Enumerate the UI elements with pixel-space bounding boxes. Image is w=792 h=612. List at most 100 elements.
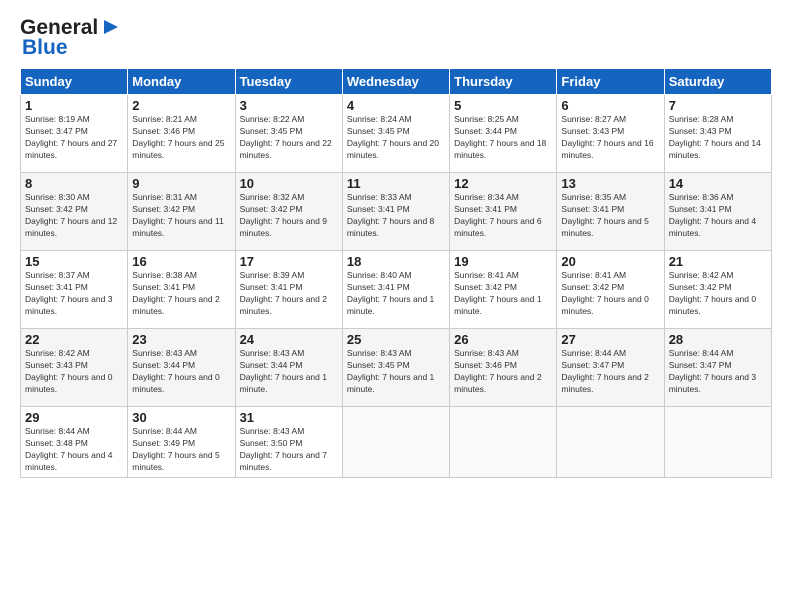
day-number: 9 bbox=[132, 176, 230, 191]
day-info: Sunrise: 8:30 AMSunset: 3:42 PMDaylight:… bbox=[25, 192, 123, 240]
day-info: Sunrise: 8:43 AMSunset: 3:45 PMDaylight:… bbox=[347, 348, 445, 396]
day-number: 7 bbox=[669, 98, 767, 113]
day-number: 23 bbox=[132, 332, 230, 347]
calendar-cell: 5Sunrise: 8:25 AMSunset: 3:44 PMDaylight… bbox=[450, 95, 557, 173]
day-info: Sunrise: 8:33 AMSunset: 3:41 PMDaylight:… bbox=[347, 192, 445, 240]
day-number: 4 bbox=[347, 98, 445, 113]
day-info: Sunrise: 8:42 AMSunset: 3:43 PMDaylight:… bbox=[25, 348, 123, 396]
day-info: Sunrise: 8:25 AMSunset: 3:44 PMDaylight:… bbox=[454, 114, 552, 162]
day-number: 12 bbox=[454, 176, 552, 191]
calendar-cell: 25Sunrise: 8:43 AMSunset: 3:45 PMDayligh… bbox=[342, 329, 449, 407]
calendar-cell: 7Sunrise: 8:28 AMSunset: 3:43 PMDaylight… bbox=[664, 95, 771, 173]
calendar-cell: 21Sunrise: 8:42 AMSunset: 3:42 PMDayligh… bbox=[664, 251, 771, 329]
day-number: 8 bbox=[25, 176, 123, 191]
day-number: 21 bbox=[669, 254, 767, 269]
day-number: 30 bbox=[132, 410, 230, 425]
day-number: 25 bbox=[347, 332, 445, 347]
day-number: 3 bbox=[240, 98, 338, 113]
calendar-cell: 11Sunrise: 8:33 AMSunset: 3:41 PMDayligh… bbox=[342, 173, 449, 251]
calendar-cell: 22Sunrise: 8:42 AMSunset: 3:43 PMDayligh… bbox=[21, 329, 128, 407]
day-number: 22 bbox=[25, 332, 123, 347]
day-info: Sunrise: 8:36 AMSunset: 3:41 PMDaylight:… bbox=[669, 192, 767, 240]
day-number: 16 bbox=[132, 254, 230, 269]
weekday-header-thursday: Thursday bbox=[450, 69, 557, 95]
calendar-cell: 16Sunrise: 8:38 AMSunset: 3:41 PMDayligh… bbox=[128, 251, 235, 329]
logo: General Blue bbox=[20, 16, 122, 60]
logo-arrow-icon bbox=[100, 16, 122, 38]
day-info: Sunrise: 8:43 AMSunset: 3:50 PMDaylight:… bbox=[240, 426, 338, 474]
day-info: Sunrise: 8:24 AMSunset: 3:45 PMDaylight:… bbox=[347, 114, 445, 162]
calendar-cell: 14Sunrise: 8:36 AMSunset: 3:41 PMDayligh… bbox=[664, 173, 771, 251]
calendar-cell: 2Sunrise: 8:21 AMSunset: 3:46 PMDaylight… bbox=[128, 95, 235, 173]
calendar-cell: 26Sunrise: 8:43 AMSunset: 3:46 PMDayligh… bbox=[450, 329, 557, 407]
calendar-cell: 23Sunrise: 8:43 AMSunset: 3:44 PMDayligh… bbox=[128, 329, 235, 407]
day-info: Sunrise: 8:39 AMSunset: 3:41 PMDaylight:… bbox=[240, 270, 338, 318]
header: General Blue bbox=[20, 16, 772, 60]
calendar-cell: 17Sunrise: 8:39 AMSunset: 3:41 PMDayligh… bbox=[235, 251, 342, 329]
calendar-week-2: 8Sunrise: 8:30 AMSunset: 3:42 PMDaylight… bbox=[21, 173, 772, 251]
weekday-header-saturday: Saturday bbox=[664, 69, 771, 95]
weekday-header-wednesday: Wednesday bbox=[342, 69, 449, 95]
day-info: Sunrise: 8:22 AMSunset: 3:45 PMDaylight:… bbox=[240, 114, 338, 162]
weekday-header-monday: Monday bbox=[128, 69, 235, 95]
calendar-cell: 15Sunrise: 8:37 AMSunset: 3:41 PMDayligh… bbox=[21, 251, 128, 329]
day-info: Sunrise: 8:41 AMSunset: 3:42 PMDaylight:… bbox=[454, 270, 552, 318]
calendar-cell: 31Sunrise: 8:43 AMSunset: 3:50 PMDayligh… bbox=[235, 407, 342, 478]
day-info: Sunrise: 8:43 AMSunset: 3:44 PMDaylight:… bbox=[240, 348, 338, 396]
calendar-week-4: 22Sunrise: 8:42 AMSunset: 3:43 PMDayligh… bbox=[21, 329, 772, 407]
day-number: 19 bbox=[454, 254, 552, 269]
day-info: Sunrise: 8:28 AMSunset: 3:43 PMDaylight:… bbox=[669, 114, 767, 162]
calendar-cell: 9Sunrise: 8:31 AMSunset: 3:42 PMDaylight… bbox=[128, 173, 235, 251]
day-number: 2 bbox=[132, 98, 230, 113]
day-number: 26 bbox=[454, 332, 552, 347]
day-number: 5 bbox=[454, 98, 552, 113]
calendar-cell: 19Sunrise: 8:41 AMSunset: 3:42 PMDayligh… bbox=[450, 251, 557, 329]
calendar-header: SundayMondayTuesdayWednesdayThursdayFrid… bbox=[21, 69, 772, 95]
weekday-header-tuesday: Tuesday bbox=[235, 69, 342, 95]
calendar-cell: 28Sunrise: 8:44 AMSunset: 3:47 PMDayligh… bbox=[664, 329, 771, 407]
calendar-cell: 8Sunrise: 8:30 AMSunset: 3:42 PMDaylight… bbox=[21, 173, 128, 251]
calendar-cell: 30Sunrise: 8:44 AMSunset: 3:49 PMDayligh… bbox=[128, 407, 235, 478]
day-info: Sunrise: 8:44 AMSunset: 3:47 PMDaylight:… bbox=[669, 348, 767, 396]
day-info: Sunrise: 8:21 AMSunset: 3:46 PMDaylight:… bbox=[132, 114, 230, 162]
day-info: Sunrise: 8:31 AMSunset: 3:42 PMDaylight:… bbox=[132, 192, 230, 240]
calendar-cell bbox=[664, 407, 771, 478]
day-info: Sunrise: 8:19 AMSunset: 3:47 PMDaylight:… bbox=[25, 114, 123, 162]
day-info: Sunrise: 8:32 AMSunset: 3:42 PMDaylight:… bbox=[240, 192, 338, 240]
calendar-cell: 13Sunrise: 8:35 AMSunset: 3:41 PMDayligh… bbox=[557, 173, 664, 251]
day-number: 17 bbox=[240, 254, 338, 269]
day-number: 13 bbox=[561, 176, 659, 191]
calendar-cell: 27Sunrise: 8:44 AMSunset: 3:47 PMDayligh… bbox=[557, 329, 664, 407]
day-number: 29 bbox=[25, 410, 123, 425]
calendar-week-3: 15Sunrise: 8:37 AMSunset: 3:41 PMDayligh… bbox=[21, 251, 772, 329]
calendar-cell bbox=[450, 407, 557, 478]
day-info: Sunrise: 8:41 AMSunset: 3:42 PMDaylight:… bbox=[561, 270, 659, 318]
weekday-header-friday: Friday bbox=[557, 69, 664, 95]
calendar-cell bbox=[342, 407, 449, 478]
calendar-week-5: 29Sunrise: 8:44 AMSunset: 3:48 PMDayligh… bbox=[21, 407, 772, 478]
calendar-cell: 1Sunrise: 8:19 AMSunset: 3:47 PMDaylight… bbox=[21, 95, 128, 173]
day-number: 24 bbox=[240, 332, 338, 347]
day-info: Sunrise: 8:35 AMSunset: 3:41 PMDaylight:… bbox=[561, 192, 659, 240]
calendar-week-1: 1Sunrise: 8:19 AMSunset: 3:47 PMDaylight… bbox=[21, 95, 772, 173]
weekday-header-sunday: Sunday bbox=[21, 69, 128, 95]
day-number: 15 bbox=[25, 254, 123, 269]
day-info: Sunrise: 8:44 AMSunset: 3:47 PMDaylight:… bbox=[561, 348, 659, 396]
calendar-cell: 6Sunrise: 8:27 AMSunset: 3:43 PMDaylight… bbox=[557, 95, 664, 173]
calendar-cell: 4Sunrise: 8:24 AMSunset: 3:45 PMDaylight… bbox=[342, 95, 449, 173]
calendar-cell: 12Sunrise: 8:34 AMSunset: 3:41 PMDayligh… bbox=[450, 173, 557, 251]
day-info: Sunrise: 8:27 AMSunset: 3:43 PMDaylight:… bbox=[561, 114, 659, 162]
calendar-cell: 20Sunrise: 8:41 AMSunset: 3:42 PMDayligh… bbox=[557, 251, 664, 329]
day-number: 10 bbox=[240, 176, 338, 191]
day-number: 14 bbox=[669, 176, 767, 191]
day-number: 28 bbox=[669, 332, 767, 347]
logo-blue: Blue bbox=[22, 36, 68, 60]
day-number: 20 bbox=[561, 254, 659, 269]
day-info: Sunrise: 8:40 AMSunset: 3:41 PMDaylight:… bbox=[347, 270, 445, 318]
calendar-cell: 3Sunrise: 8:22 AMSunset: 3:45 PMDaylight… bbox=[235, 95, 342, 173]
day-number: 11 bbox=[347, 176, 445, 191]
day-info: Sunrise: 8:43 AMSunset: 3:46 PMDaylight:… bbox=[454, 348, 552, 396]
day-number: 6 bbox=[561, 98, 659, 113]
day-info: Sunrise: 8:43 AMSunset: 3:44 PMDaylight:… bbox=[132, 348, 230, 396]
day-number: 1 bbox=[25, 98, 123, 113]
